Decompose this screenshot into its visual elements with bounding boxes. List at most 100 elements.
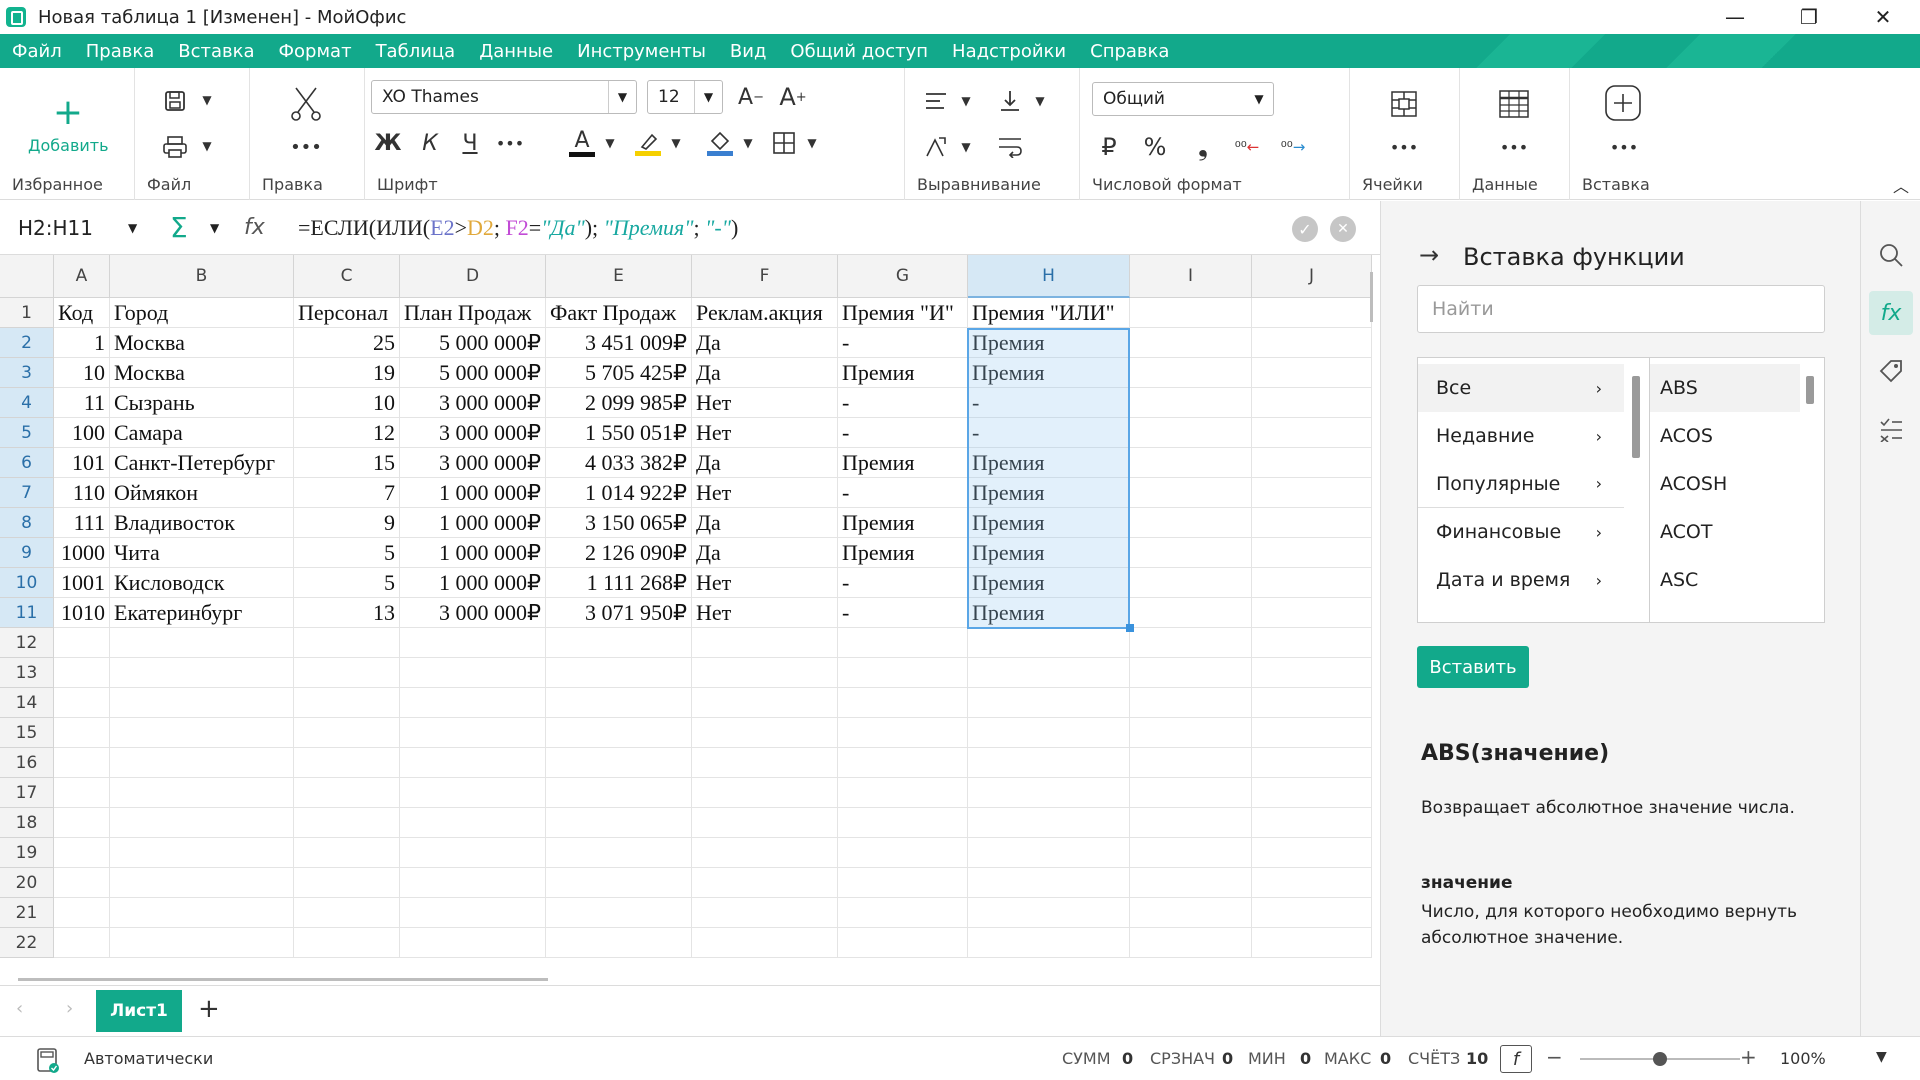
table-cell[interactable] [1252,868,1372,898]
calculation-mode-icon[interactable] [36,1047,60,1073]
prev-sheet-icon[interactable]: ‹ [16,998,23,1019]
table-cell[interactable]: Екатеринбург [110,598,294,628]
add-icon[interactable]: + [48,92,88,133]
table-cell[interactable]: - [838,388,968,418]
underline-icon[interactable]: Ч [453,126,487,160]
table-cell[interactable]: 9 [294,508,400,538]
table-cell[interactable] [546,808,692,838]
menu-insert[interactable]: Вставка [166,41,266,62]
more-edit-icon[interactable]: ••• [286,132,326,162]
table-cell[interactable] [546,688,692,718]
table-cell[interactable] [838,868,968,898]
table-cell[interactable]: 10 [54,358,110,388]
table-cell[interactable] [968,748,1130,778]
table-cell[interactable] [546,658,692,688]
table-cell[interactable] [294,628,400,658]
table-cell[interactable] [54,898,110,928]
table-cell[interactable]: 110 [54,478,110,508]
table-cell[interactable] [968,658,1130,688]
percent-icon[interactable]: % [1138,130,1172,164]
category-item[interactable]: Популярные › [1418,460,1624,508]
wrap-text-icon[interactable] [993,130,1027,164]
cancel-formula-icon[interactable]: ✕ [1330,216,1356,242]
function-item[interactable]: ACOSH [1650,460,1800,508]
table-cell[interactable] [294,928,400,958]
table-cell[interactable]: Владивосток [110,508,294,538]
category-item[interactable]: Дата и время › [1418,556,1624,604]
table-cell[interactable] [400,928,546,958]
table-cell[interactable]: Сызрань [110,388,294,418]
maximize-button[interactable]: ❐ [1772,0,1846,34]
valign-bottom-icon[interactable] [993,84,1027,118]
table-cell[interactable]: 15 [294,448,400,478]
table-cell[interactable]: 10 [294,388,400,418]
row-header-16[interactable]: 16 [0,748,54,778]
row-header-19[interactable]: 19 [0,838,54,868]
table-cell[interactable] [968,928,1130,958]
row-header-4[interactable]: 4 [0,388,54,418]
table-cell[interactable]: 1 000 000₽ [400,568,546,598]
table-cell[interactable] [1130,688,1252,718]
table-cell[interactable]: Премия [838,448,968,478]
table-cell[interactable] [400,898,546,928]
table-cell[interactable]: - [968,388,1130,418]
table-cell[interactable] [1252,418,1372,448]
table-cell[interactable] [1252,718,1372,748]
currency-icon[interactable]: ₽ [1092,130,1126,164]
zoom-dropdown-icon[interactable]: ▼ [1876,1049,1887,1065]
table-cell[interactable] [692,778,838,808]
table-cell[interactable] [294,898,400,928]
table-cell[interactable] [54,628,110,658]
table-cell[interactable] [1252,838,1372,868]
column-header-c[interactable]: C [294,255,400,298]
table-cell[interactable] [546,928,692,958]
header-cell[interactable]: Персонал [294,298,400,328]
more-insert-icon[interactable]: ••• [1604,132,1644,162]
table-cell[interactable] [400,808,546,838]
zoom-in-icon[interactable]: + [1740,1045,1757,1069]
table-cell[interactable]: Премия [838,538,968,568]
row-header-3[interactable]: 3 [0,358,54,388]
table-cell[interactable] [546,898,692,928]
row-header-17[interactable]: 17 [0,778,54,808]
sheet-tab-active[interactable]: Лист1 [96,990,182,1032]
table-cell[interactable]: Нет [692,598,838,628]
table-cell[interactable]: 111 [54,508,110,538]
table-cell[interactable] [294,778,400,808]
table-cell[interactable] [1252,628,1372,658]
font-color-dropdown-icon[interactable]: ▼ [601,134,619,152]
table-cell[interactable] [838,688,968,718]
table-cell[interactable]: - [838,418,968,448]
row-header-21[interactable]: 21 [0,898,54,928]
table-cell[interactable]: 1 550 051₽ [546,418,692,448]
table-cell[interactable] [1130,778,1252,808]
table-cell[interactable]: Да [692,328,838,358]
horizontal-scrollbar[interactable] [18,978,548,981]
table-cell[interactable] [400,688,546,718]
more-cells-icon[interactable]: ••• [1384,132,1424,162]
table-cell[interactable] [1130,328,1252,358]
table-cell[interactable] [546,868,692,898]
table-cell[interactable] [838,838,968,868]
function-icon[interactable]: fx [1869,291,1913,335]
bold-icon[interactable]: Ж [371,126,405,160]
save-icon[interactable] [155,84,195,118]
table-cell[interactable]: Нет [692,568,838,598]
table-cell[interactable]: Чита [110,538,294,568]
table-cell[interactable]: Премия [838,358,968,388]
column-header-b[interactable]: B [110,255,294,298]
table-cell[interactable] [1252,478,1372,508]
table-cell[interactable] [1252,388,1372,418]
table-cell[interactable]: Кисловодск [110,568,294,598]
tag-icon[interactable] [1869,349,1913,393]
table-cell[interactable] [1130,538,1252,568]
sum-dropdown-icon[interactable]: ▼ [210,221,219,235]
column-header-i[interactable]: I [1130,255,1252,298]
category-item[interactable]: Финансовые › [1418,508,1624,556]
table-cell[interactable]: 3 000 000₽ [400,598,546,628]
add-sheet-icon[interactable]: + [198,994,220,1024]
column-header-j[interactable]: J [1252,255,1372,298]
table-cell[interactable]: 3 000 000₽ [400,448,546,478]
function-scrollbar[interactable] [1806,376,1814,404]
table-cell[interactable]: 3 451 009₽ [546,328,692,358]
